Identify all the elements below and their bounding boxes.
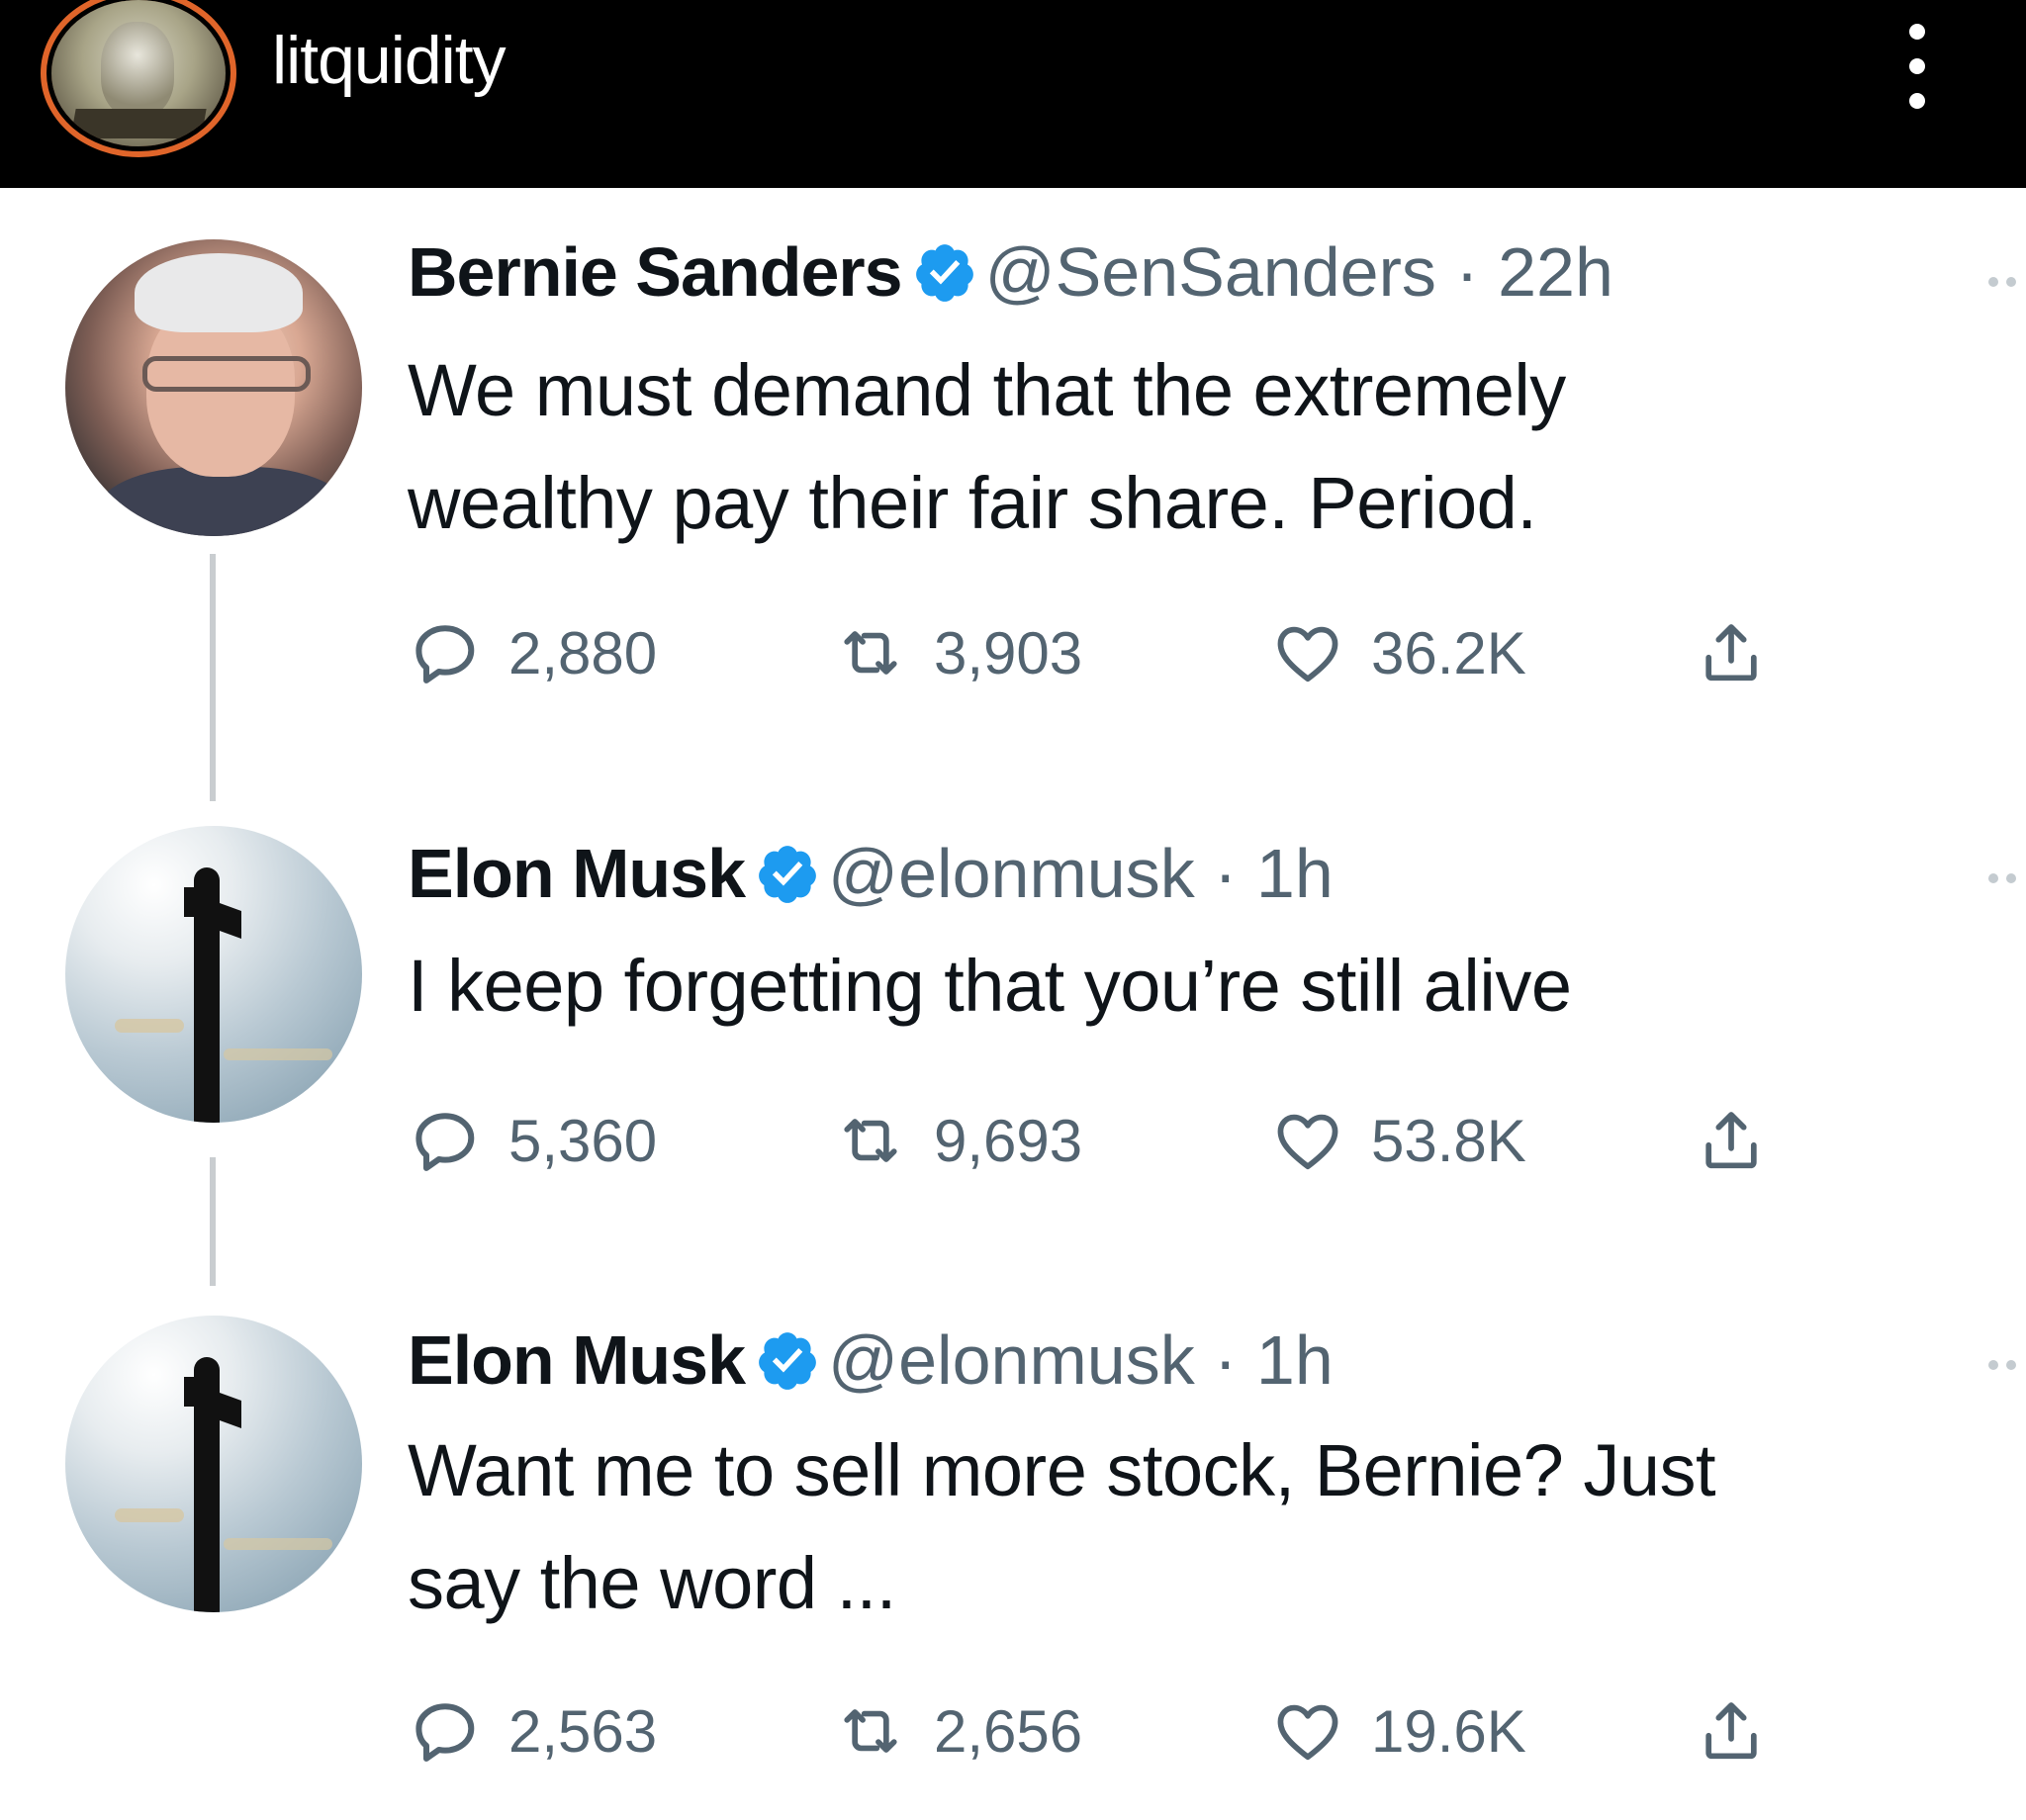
tweet-more-icon[interactable] bbox=[1988, 873, 2026, 885]
tweet-text-line: say the word ... bbox=[408, 1542, 896, 1624]
like-button[interactable]: 36.2K bbox=[1270, 613, 1526, 692]
author-name[interactable]: Elon Musk bbox=[408, 1321, 746, 1399]
tweet-actions: 2,563 2,656 19.6K bbox=[408, 1691, 1842, 1771]
reply-count: 2,563 bbox=[508, 1697, 658, 1765]
starship-rocket-avatar[interactable] bbox=[65, 826, 362, 1123]
author-handle[interactable]: @elonmusk bbox=[828, 835, 1195, 912]
share-icon bbox=[1705, 1702, 1757, 1760]
like-count: 36.2K bbox=[1371, 619, 1526, 686]
reply-button[interactable]: 2,880 bbox=[408, 613, 657, 692]
reply-count: 5,360 bbox=[508, 1107, 658, 1174]
tweet-text: We must demand that the extremely wealth… bbox=[408, 334, 1990, 560]
thread-connector-line bbox=[210, 1157, 216, 1286]
retweet-count: 2,656 bbox=[934, 1697, 1083, 1765]
tweet-text-line: I keep forgetting that you’re still aliv… bbox=[408, 945, 1572, 1027]
tweet-text-line: Want me to sell more stock, Bernie? Just bbox=[408, 1429, 1716, 1511]
starship-rocket-avatar[interactable] bbox=[65, 1316, 362, 1612]
coin-face bbox=[101, 22, 174, 117]
reply-button[interactable]: 2,563 bbox=[408, 1691, 657, 1771]
reply-icon bbox=[415, 1703, 475, 1762]
retweet-count: 9,693 bbox=[934, 1107, 1083, 1174]
author-name[interactable]: Bernie Sanders bbox=[408, 233, 903, 311]
verified-badge-icon bbox=[915, 243, 973, 302]
like-count: 53.8K bbox=[1371, 1107, 1526, 1174]
tweet-timestamp[interactable]: 22h bbox=[1498, 233, 1613, 311]
retweet-button[interactable]: 3,903 bbox=[833, 613, 1082, 692]
like-button[interactable]: 19.6K bbox=[1270, 1691, 1526, 1771]
separator-dot: · bbox=[1214, 835, 1238, 912]
author-handle[interactable]: @SenSanders bbox=[985, 233, 1436, 311]
tweet-actions: 2,880 3,903 36.2K bbox=[408, 613, 1842, 692]
separator-dot: · bbox=[1455, 233, 1479, 311]
tweet-actions: 5,360 9,693 53.8K bbox=[408, 1101, 1842, 1180]
tweet-text-line: wealthy pay their fair share. Period. bbox=[408, 462, 1537, 544]
retweet-count: 3,903 bbox=[934, 619, 1083, 686]
tweet-more-icon[interactable] bbox=[1988, 1360, 2026, 1372]
tweet-header: Elon Musk @elonmusk · 1h bbox=[408, 1318, 1334, 1404]
retweet-icon bbox=[844, 1119, 897, 1162]
tweet-header: Bernie Sanders @SenSanders · 22h bbox=[408, 229, 1613, 316]
share-button[interactable] bbox=[1694, 1101, 1769, 1180]
like-count: 19.6K bbox=[1371, 1697, 1526, 1765]
heart-icon bbox=[1277, 1704, 1338, 1761]
retweet-icon bbox=[844, 631, 897, 675]
coin-base bbox=[70, 109, 207, 138]
tweet-text: Want me to sell more stock, Bernie? Just… bbox=[408, 1414, 1990, 1640]
more-vertical-icon[interactable] bbox=[1897, 22, 1937, 111]
like-button[interactable]: 53.8K bbox=[1270, 1101, 1526, 1180]
thread-connector-line bbox=[210, 554, 216, 801]
tweet-thread-screenshot: Bernie Sanders @SenSanders · 22h We must … bbox=[0, 188, 2026, 1820]
retweet-button[interactable]: 2,656 bbox=[833, 1691, 1082, 1771]
heart-icon bbox=[1277, 1114, 1338, 1170]
bernie-sanders-avatar[interactable] bbox=[65, 239, 362, 536]
tweet-timestamp[interactable]: 1h bbox=[1256, 1321, 1334, 1399]
reply-icon bbox=[415, 1113, 475, 1171]
account-avatar[interactable] bbox=[51, 0, 226, 146]
share-button[interactable] bbox=[1694, 1691, 1769, 1771]
tweet-more-icon[interactable] bbox=[1988, 277, 2026, 289]
verified-badge-icon bbox=[759, 845, 816, 903]
reply-icon bbox=[415, 625, 475, 683]
retweet-button[interactable]: 9,693 bbox=[833, 1101, 1082, 1180]
share-icon bbox=[1705, 1112, 1757, 1169]
tweet-text-line: We must demand that the extremely bbox=[408, 349, 1566, 431]
author-handle[interactable]: @elonmusk bbox=[828, 1321, 1195, 1399]
verified-badge-icon bbox=[759, 1331, 816, 1390]
retweet-icon bbox=[844, 1709, 897, 1753]
account-name[interactable]: litquidity bbox=[272, 22, 506, 99]
reply-button[interactable]: 5,360 bbox=[408, 1101, 657, 1180]
tweet-text: I keep forgetting that you’re still aliv… bbox=[408, 930, 1990, 1043]
reply-count: 2,880 bbox=[508, 619, 658, 686]
author-name[interactable]: Elon Musk bbox=[408, 835, 746, 912]
instagram-header-bar: litquidity bbox=[0, 0, 2026, 188]
tweet-header: Elon Musk @elonmusk · 1h bbox=[408, 831, 1334, 917]
heart-icon bbox=[1277, 626, 1338, 682]
separator-dot: · bbox=[1214, 1321, 1238, 1399]
share-icon bbox=[1705, 624, 1757, 682]
tweet-timestamp[interactable]: 1h bbox=[1256, 835, 1334, 912]
share-button[interactable] bbox=[1694, 613, 1769, 692]
